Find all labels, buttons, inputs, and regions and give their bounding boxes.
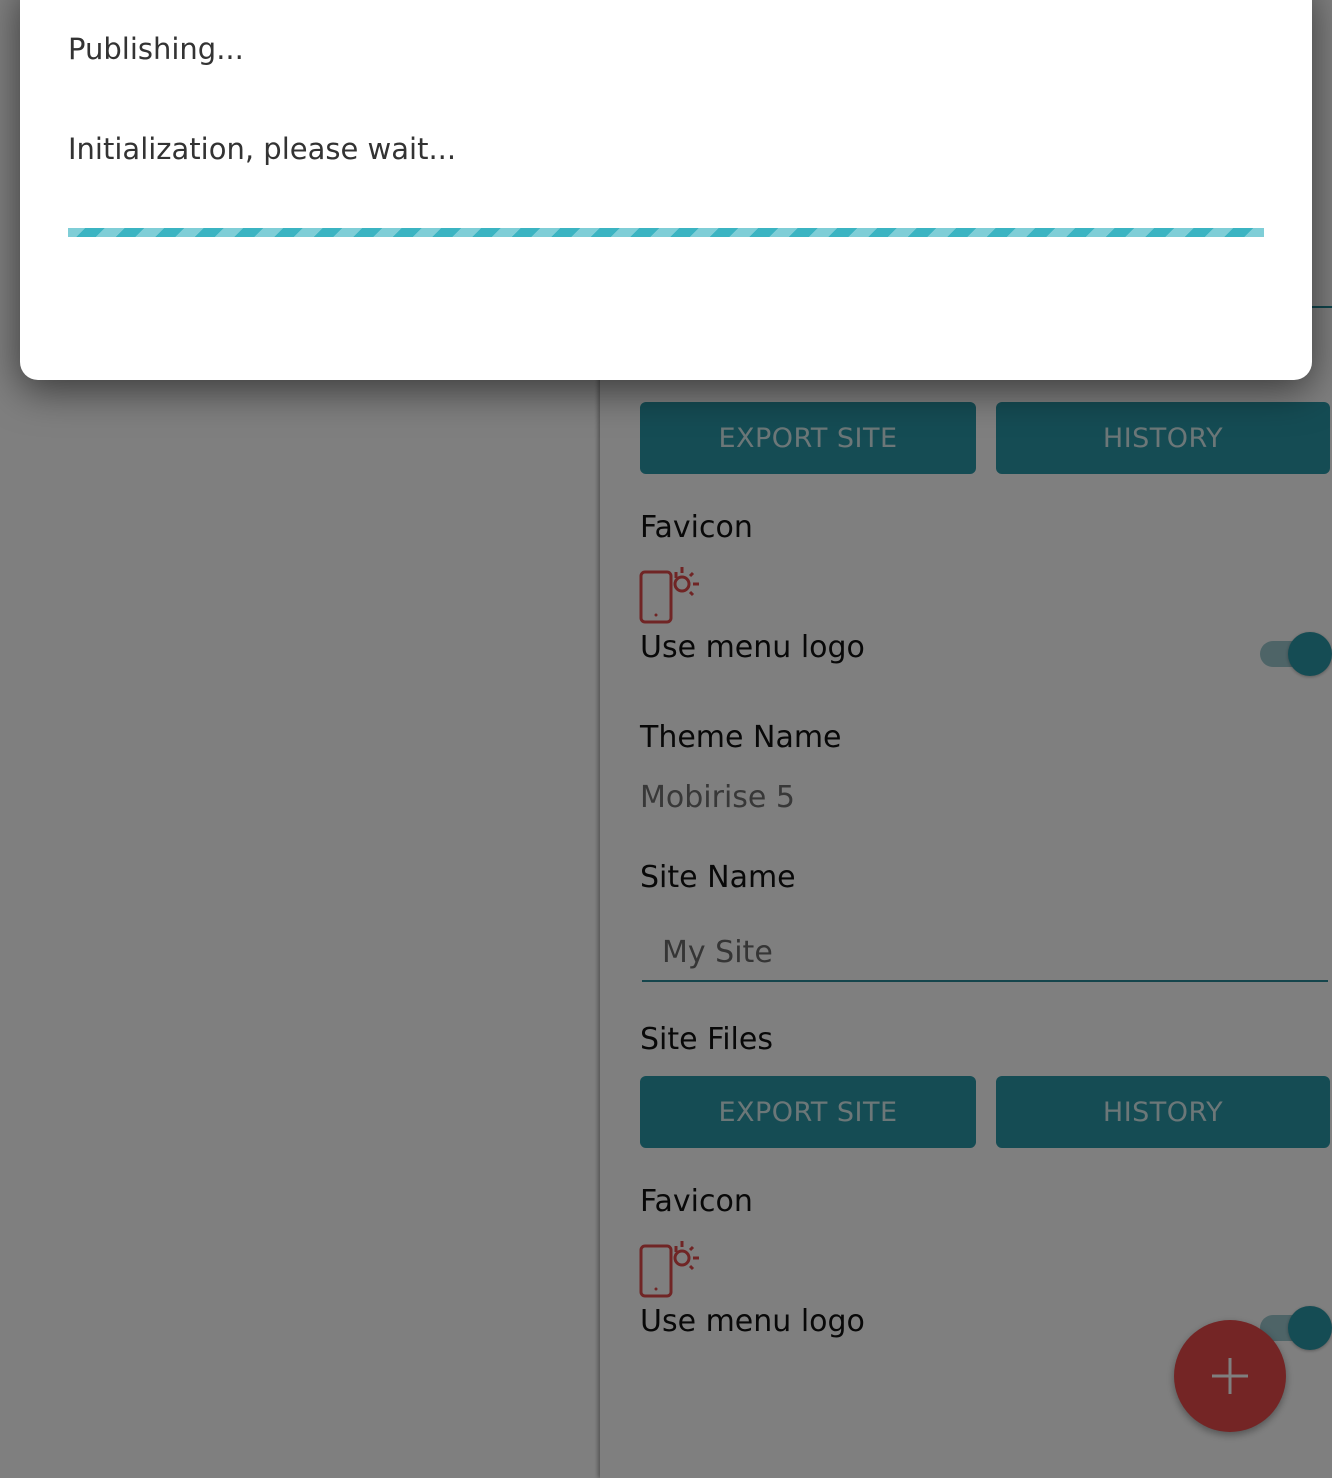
- dialog-status-text: Initialization, please wait...: [68, 132, 457, 166]
- publishing-dialog: Publishing... Initialization, please wai…: [20, 0, 1312, 380]
- dialog-title: Publishing...: [68, 32, 244, 66]
- progress-bar: [68, 228, 1264, 237]
- progress-fill: [68, 228, 1264, 237]
